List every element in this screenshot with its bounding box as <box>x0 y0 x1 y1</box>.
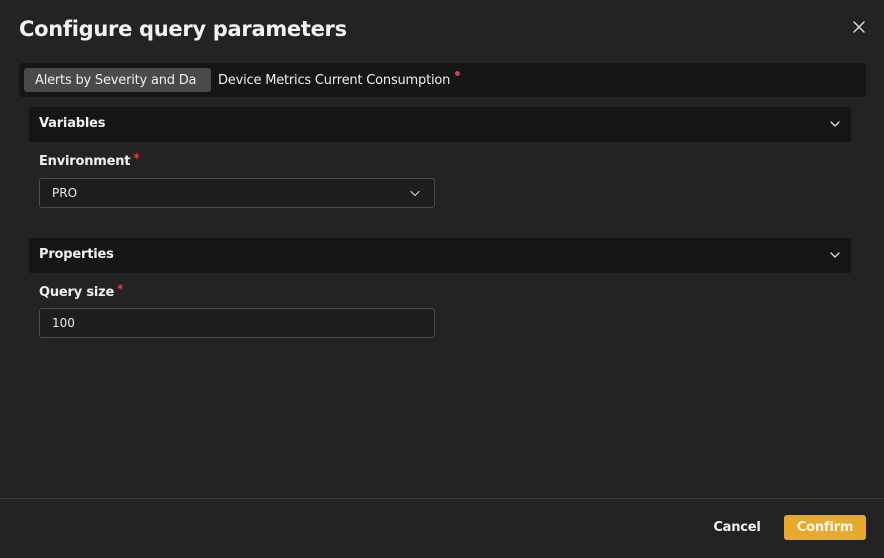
tab-label: Device Metrics Current Consumption <box>218 72 451 88</box>
variables-section-header[interactable]: Variables <box>29 107 851 142</box>
close-icon <box>853 21 865 33</box>
section-title: Properties <box>39 247 114 262</box>
environment-label: Environment * <box>39 151 140 169</box>
environment-value: PRO <box>52 186 78 200</box>
query-tabs: Alerts by Severity and Da Device Metrics… <box>19 63 866 97</box>
query-size-input[interactable]: 100 <box>39 308 435 338</box>
cancel-button[interactable]: Cancel <box>706 515 768 540</box>
error-indicator-dot <box>455 70 461 76</box>
tab-alerts-by-severity[interactable]: Alerts by Severity and Da <box>24 68 211 92</box>
query-size-value: 100 <box>52 316 75 330</box>
dialog-title: Configure query parameters <box>19 17 347 41</box>
chevron-down-icon <box>830 121 840 127</box>
field-label-text: Query size <box>39 285 115 300</box>
tab-label: Alerts by Severity and Da <box>35 72 197 88</box>
properties-section-header[interactable]: Properties <box>29 238 851 273</box>
query-size-label: Query size * <box>39 282 124 300</box>
confirm-button[interactable]: Confirm <box>784 515 866 540</box>
footer-divider <box>0 498 884 499</box>
configure-query-dialog: Configure query parameters Alerts by Sev… <box>0 0 884 558</box>
required-indicator: * <box>117 282 124 296</box>
environment-select[interactable]: PRO <box>39 178 435 208</box>
chevron-down-icon <box>830 252 840 258</box>
field-label-text: Environment <box>39 154 131 169</box>
close-button[interactable] <box>849 17 869 37</box>
section-title: Variables <box>39 116 106 131</box>
required-indicator: * <box>133 151 140 165</box>
chevron-down-icon <box>410 190 420 197</box>
tab-device-metrics[interactable]: Device Metrics Current Consumption <box>218 68 461 92</box>
